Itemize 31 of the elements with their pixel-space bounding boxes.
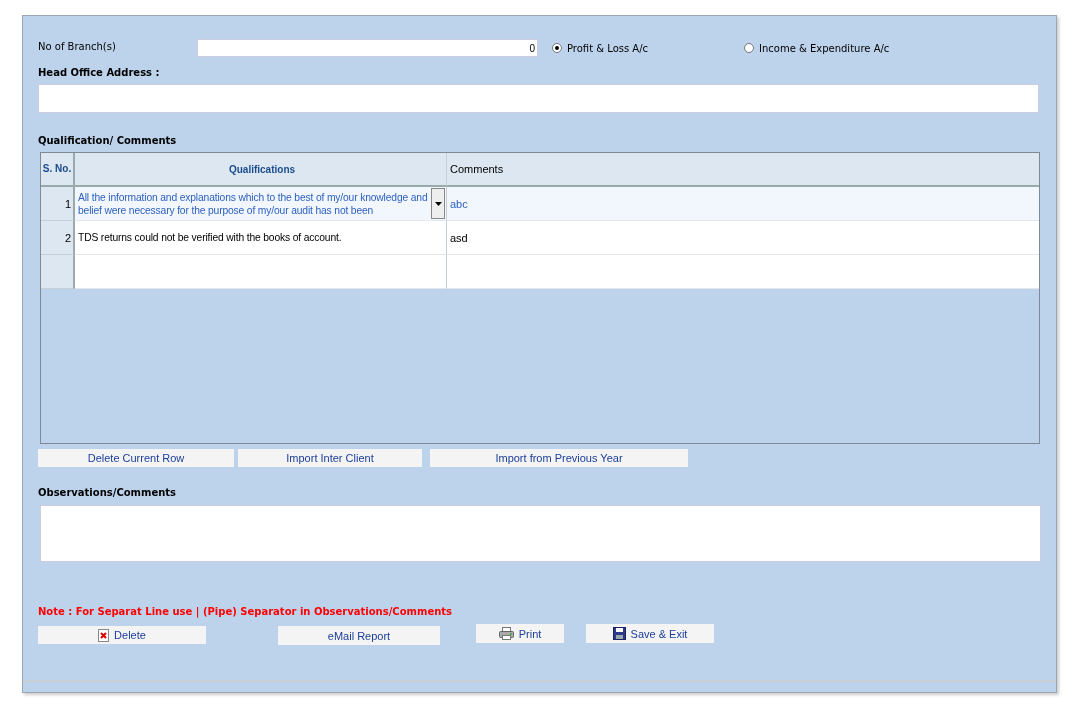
column-header: Qualifications: [75, 153, 447, 187]
account-type-radio[interactable]: Profit & Loss A/c: [552, 42, 744, 54]
column-header: S. No.: [41, 153, 75, 187]
qualifications-title: Qualification/ Comments: [38, 135, 178, 146]
head-office-address-field[interactable]: [38, 84, 1039, 113]
action-button[interactable]: Save & Exit: [586, 624, 714, 643]
note-text: Note : For Separat Line use | (Pipe) Separator in Observations/Comments: [38, 606, 453, 617]
head-office-label: Head Office Address :: [38, 67, 161, 78]
row-header: 2: [41, 221, 75, 255]
table-cell: All the information and explanations which to the best of my/our knowledge and belief were necessary for the purpose of my/our audit has not been: [78, 190, 428, 217]
printer-icon: [498, 627, 514, 640]
account-type-radio[interactable]: Income & Expenditure A/c: [744, 42, 890, 54]
branch-count-field[interactable]: 0: [197, 39, 538, 57]
row-header: [41, 255, 75, 289]
grid-action-button[interactable]: Import Inter Client: [238, 449, 422, 467]
action-button[interactable]: eMail Report: [278, 626, 440, 645]
grid-action-button[interactable]: Import from Previous Year: [430, 449, 688, 467]
column-header: Comments: [447, 153, 1039, 187]
table-cell-text: TDS returns could not be verified with the books of account.: [78, 231, 343, 244]
document-delete-icon: [98, 628, 110, 642]
table-cell: asd: [450, 231, 468, 244]
action-button[interactable]: Print: [476, 624, 564, 643]
branch-count-label: No of Branch(s): [38, 40, 117, 52]
caret-icon: [434, 201, 442, 206]
observations-label: Observations/Comments: [38, 487, 178, 498]
row-header: 1: [41, 187, 75, 221]
action-button[interactable]: Delete: [38, 626, 206, 644]
table-cell: abc: [450, 197, 468, 210]
grid-action-button[interactable]: Delete Current Row: [38, 449, 234, 467]
dropdown-button[interactable]: [431, 188, 445, 219]
observations-field[interactable]: [40, 505, 1041, 562]
